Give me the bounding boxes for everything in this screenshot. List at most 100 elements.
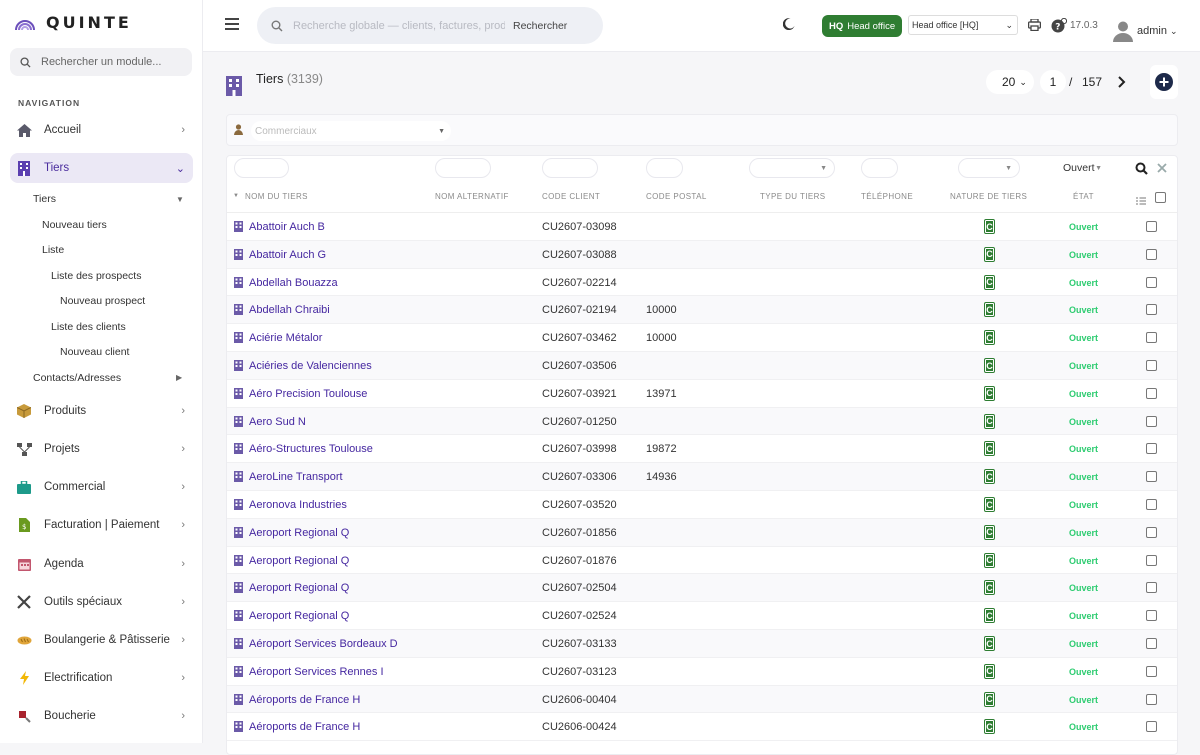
- row-checkbox[interactable]: [1146, 221, 1157, 232]
- row-checkbox[interactable]: [1146, 443, 1157, 455]
- tiers-name-link[interactable]: Abdellah Chraibi: [249, 304, 330, 316]
- sidebar-sub-nouveau-tiers[interactable]: Nouveau tiers: [42, 219, 107, 231]
- table-row[interactable]: Aéroport Services Rennes I CU2607-03123 C O…: [227, 658, 1177, 686]
- entity-badge[interactable]: HQ Head office: [822, 15, 903, 37]
- row-checkbox[interactable]: [1146, 387, 1157, 399]
- table-row[interactable]: Aeroport Regional Q CU2607-02504 C Ouvert: [227, 574, 1177, 603]
- table-row[interactable]: Aeroport Regional Q CU2607-02524 C Ouvert: [227, 602, 1177, 630]
- table-row[interactable]: Abdellah Bouazza CU2607-02214 C Ouvert: [227, 269, 1177, 297]
- filter-name-input[interactable]: [234, 158, 289, 178]
- row-checkbox[interactable]: [1146, 332, 1157, 344]
- help-icon[interactable]: ?: [1051, 17, 1068, 36]
- per-page-select[interactable]: 20 ⌄: [986, 70, 1034, 94]
- select-all-checkbox[interactable]: [1155, 192, 1166, 203]
- tiers-name-link[interactable]: Aéroport Services Bordeaux D: [249, 638, 398, 650]
- sidebar-item-produits[interactable]: Produits ›: [10, 396, 193, 426]
- sidebar-sub-liste-clients[interactable]: Liste des clients: [51, 321, 126, 333]
- col-type-tiers[interactable]: TYPE DU TIERS: [760, 192, 826, 201]
- table-row[interactable]: Aéroport Services Bordeaux D CU2607-03133…: [227, 630, 1177, 658]
- tiers-name-link[interactable]: Aéroport Services Rennes I: [249, 666, 384, 678]
- add-tiers-button[interactable]: [1150, 65, 1178, 99]
- row-checkbox[interactable]: [1146, 665, 1157, 677]
- tiers-name-link[interactable]: Aéroports de France H: [249, 694, 360, 706]
- table-row[interactable]: Aero Sud N CU2607-01250 C Ouvert: [227, 407, 1177, 436]
- table-row[interactable]: AeroLine Transport CU2607-03306 14936 C Ouve…: [227, 463, 1177, 491]
- row-checkbox[interactable]: [1146, 721, 1157, 733]
- search-icon[interactable]: [1135, 162, 1148, 178]
- sidebar-item-boucherie[interactable]: Boucherie ›: [10, 701, 193, 731]
- row-checkbox[interactable]: [1146, 415, 1157, 427]
- tiers-name-link[interactable]: Abattoir Auch G: [249, 249, 326, 261]
- sidebar-item-outils[interactable]: Outils spéciaux ›: [10, 587, 193, 617]
- row-checkbox[interactable]: [1146, 499, 1157, 510]
- table-row[interactable]: Aciérie Métalor CU2607-03462 10000 C Ouvert: [227, 324, 1177, 352]
- sidebar-item-projets[interactable]: Projets ›: [10, 434, 193, 464]
- table-row[interactable]: Aéroports de France H CU2606-00404 C Ouvert: [227, 685, 1177, 714]
- col-nature-tiers[interactable]: NATURE DE TIERS: [950, 192, 1027, 201]
- table-row[interactable]: Aéro-Structures Toulouse CU2607-03998 1987…: [227, 435, 1177, 464]
- table-row[interactable]: Aeroport Regional Q CU2607-01856 C Ouvert: [227, 518, 1177, 547]
- sidebar-sub-nouveau-client[interactable]: Nouveau client: [60, 346, 129, 358]
- row-checkbox[interactable]: [1146, 582, 1157, 594]
- entity-select[interactable]: Head office [HQ] ⌄: [908, 15, 1018, 35]
- tiers-name-link[interactable]: Aéroports de France H: [249, 721, 360, 733]
- filter-nature-select[interactable]: ▼: [958, 158, 1020, 178]
- sidebar-item-facturation[interactable]: $ Facturation | Paiement ›: [10, 510, 193, 540]
- col-etat[interactable]: ÉTAT: [1073, 192, 1094, 201]
- table-row[interactable]: Abdellah Chraibi CU2607-02194 10000 C Ouvert: [227, 296, 1177, 325]
- table-row[interactable]: Aéroports de France H CU2606-00424 C Ouvert: [227, 713, 1177, 742]
- sidebar-sub-nouveau-prospect[interactable]: Nouveau prospect: [60, 295, 145, 307]
- row-checkbox[interactable]: [1146, 248, 1157, 260]
- row-checkbox[interactable]: [1146, 610, 1157, 622]
- table-row[interactable]: Abattoir Auch G CU2607-03088 C Ouvert: [227, 240, 1177, 269]
- module-search-input[interactable]: Rechercher un module...: [10, 48, 192, 76]
- printer-icon[interactable]: [1027, 18, 1042, 34]
- tiers-name-link[interactable]: Abattoir Auch B: [249, 221, 325, 233]
- current-page-input[interactable]: 1: [1040, 70, 1066, 94]
- sidebar-item-boulangerie[interactable]: Boulangerie & Pâtisserie ›: [10, 625, 193, 655]
- filter-type-select[interactable]: ▼: [749, 158, 835, 178]
- row-checkbox[interactable]: [1146, 554, 1157, 566]
- tiers-name-link[interactable]: Aéro-Structures Toulouse: [249, 443, 373, 455]
- column-list-icon[interactable]: [1136, 194, 1146, 208]
- row-checkbox[interactable]: [1146, 693, 1157, 705]
- table-row[interactable]: Aeronova Industries CU2607-03520 C Ouvert: [227, 491, 1177, 519]
- col-nom-tiers[interactable]: NOM DU TIERS: [245, 192, 308, 201]
- global-search-input[interactable]: [293, 19, 505, 32]
- sidebar-sub-contacts[interactable]: Contacts/Adresses: [33, 372, 121, 384]
- tiers-name-link[interactable]: Aciérie Métalor: [249, 332, 322, 344]
- col-nom-alternatif[interactable]: NOM ALTERNATIF: [435, 192, 509, 201]
- filter-state-select[interactable]: Ouvert ▼: [1059, 158, 1109, 178]
- filter-client-code-input[interactable]: [542, 158, 598, 178]
- sidebar-sub-liste[interactable]: Liste: [42, 244, 64, 256]
- user-menu[interactable]: admin ⌄: [1137, 25, 1178, 37]
- tiers-name-link[interactable]: Abdellah Bouazza: [249, 277, 338, 289]
- row-checkbox[interactable]: [1146, 471, 1157, 483]
- row-checkbox[interactable]: [1146, 304, 1157, 316]
- sidebar-item-accueil[interactable]: Accueil ›: [10, 115, 193, 145]
- moon-icon[interactable]: [782, 18, 795, 33]
- close-icon[interactable]: [1157, 162, 1167, 176]
- filter-phone-input[interactable]: [861, 158, 898, 178]
- tiers-name-link[interactable]: Aciéries de Valenciennes: [249, 360, 372, 372]
- row-checkbox[interactable]: [1146, 360, 1157, 371]
- filter-alt-name-input[interactable]: [435, 158, 491, 178]
- tiers-name-link[interactable]: Aero Sud N: [249, 416, 306, 428]
- sidebar-item-tiers[interactable]: Tiers ⌄: [10, 153, 193, 183]
- sort-caret-icon[interactable]: ▼: [233, 193, 239, 199]
- filter-zip-input[interactable]: [646, 158, 683, 178]
- tiers-name-link[interactable]: Aeroport Regional Q: [249, 527, 349, 539]
- sidebar-item-agenda[interactable]: Agenda ›: [10, 549, 193, 579]
- logo[interactable]: QUINTE: [14, 12, 132, 32]
- table-row[interactable]: Abattoir Auch B CU2607-03098 C Ouvert: [227, 213, 1177, 241]
- next-page-icon[interactable]: [1117, 70, 1126, 94]
- col-code-client[interactable]: CODE CLIENT: [542, 192, 600, 201]
- tiers-name-link[interactable]: Aeroport Regional Q: [249, 610, 349, 622]
- col-code-postal[interactable]: CODE POSTAL: [646, 192, 707, 201]
- menu-icon[interactable]: [225, 18, 239, 33]
- sidebar-sub-tiers[interactable]: Tiers: [33, 193, 56, 205]
- row-checkbox[interactable]: [1146, 638, 1157, 649]
- row-checkbox[interactable]: [1146, 276, 1157, 288]
- table-row[interactable]: Aéro Precision Toulouse CU2607-03921 13971…: [227, 380, 1177, 408]
- tiers-name-link[interactable]: Aéro Precision Toulouse: [249, 388, 367, 400]
